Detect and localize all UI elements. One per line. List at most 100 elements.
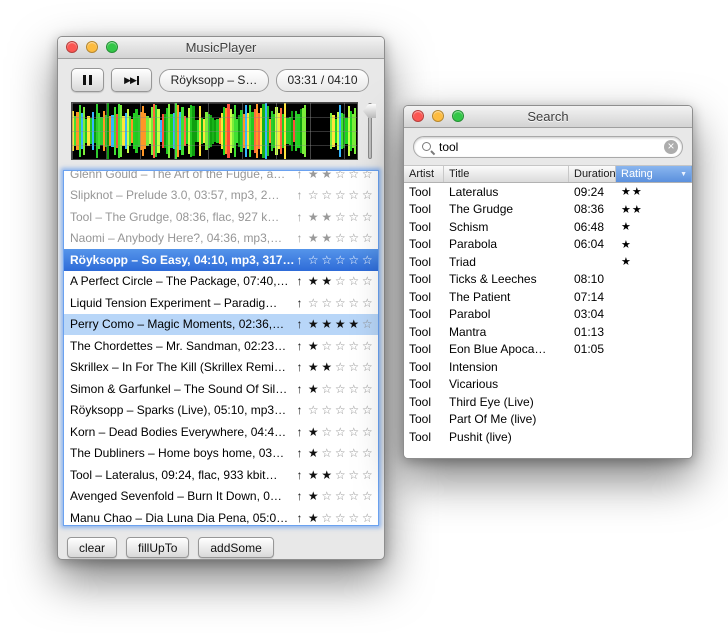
- promote-up-icon[interactable]: ↑: [297, 468, 303, 482]
- star-filled-icon[interactable]: ★: [307, 468, 321, 482]
- star-empty-icon[interactable]: ☆: [320, 382, 334, 396]
- playlist-row[interactable]: Manu Chao – Dia Luna Dia Pena, 05:0…↑★☆☆…: [64, 507, 378, 526]
- search-input[interactable]: tool ×: [413, 136, 683, 158]
- star-filled-icon[interactable]: ★: [307, 210, 321, 224]
- playlist-row[interactable]: Skrillex – In For The Kill (Skrillex Rem…: [64, 357, 378, 379]
- star-empty-icon[interactable]: ☆: [320, 296, 334, 310]
- promote-up-icon[interactable]: ↑: [297, 382, 303, 396]
- promote-up-icon[interactable]: ↑: [297, 188, 303, 202]
- pause-button[interactable]: [71, 68, 104, 92]
- star-filled-icon[interactable]: ★: [347, 317, 361, 331]
- star-empty-icon[interactable]: ☆: [361, 170, 375, 181]
- playlist-row[interactable]: Röyksopp – So Easy, 04:10, mp3, 317…↑☆☆☆…: [64, 249, 378, 271]
- star-empty-icon[interactable]: ☆: [347, 253, 361, 267]
- star-empty-icon[interactable]: ☆: [347, 489, 361, 503]
- star-empty-icon[interactable]: ☆: [320, 425, 334, 439]
- star-filled-icon[interactable]: ★: [307, 339, 321, 353]
- star-empty-icon[interactable]: ☆: [320, 403, 334, 417]
- star-filled-icon[interactable]: ★: [320, 231, 334, 245]
- star-filled-icon[interactable]: ★: [320, 274, 334, 288]
- star-empty-icon[interactable]: ☆: [307, 296, 321, 310]
- playlist-row[interactable]: A Perfect Circle – The Package, 07:40,…↑…: [64, 271, 378, 293]
- star-empty-icon[interactable]: ☆: [334, 210, 348, 224]
- star-empty-icon[interactable]: ☆: [361, 382, 375, 396]
- search-result-row[interactable]: ToolThe Patient07:14: [404, 288, 692, 306]
- promote-up-icon[interactable]: ↑: [297, 511, 303, 525]
- playlist[interactable]: Glenn Gould – The Art of the Fugue, a…↑★…: [63, 170, 379, 526]
- star-empty-icon[interactable]: ☆: [307, 403, 321, 417]
- star-empty-icon[interactable]: ☆: [334, 296, 348, 310]
- search-result-row[interactable]: ToolVicarious: [404, 376, 692, 394]
- next-track-button[interactable]: ▶▶: [111, 68, 152, 92]
- star-empty-icon[interactable]: ☆: [307, 188, 321, 202]
- promote-up-icon[interactable]: ↑: [297, 489, 303, 503]
- star-filled-icon[interactable]: ★: [307, 231, 321, 245]
- star-empty-icon[interactable]: ☆: [347, 403, 361, 417]
- search-result-row[interactable]: ToolThe Grudge08:36★★: [404, 201, 692, 219]
- star-empty-icon[interactable]: ☆: [347, 468, 361, 482]
- column-header-rating[interactable]: Rating▼: [616, 166, 692, 182]
- promote-up-icon[interactable]: ↑: [297, 360, 303, 374]
- star-filled-icon[interactable]: ★: [320, 317, 334, 331]
- star-empty-icon[interactable]: ☆: [347, 360, 361, 374]
- star-empty-icon[interactable]: ☆: [347, 231, 361, 245]
- star-empty-icon[interactable]: ☆: [347, 511, 361, 525]
- star-empty-icon[interactable]: ☆: [347, 274, 361, 288]
- promote-up-icon[interactable]: ↑: [297, 425, 303, 439]
- star-filled-icon[interactable]: ★: [307, 274, 321, 288]
- star-empty-icon[interactable]: ☆: [347, 210, 361, 224]
- star-empty-icon[interactable]: ☆: [361, 188, 375, 202]
- playlist-row[interactable]: Tool – Lateralus, 09:24, flac, 933 kbit……: [64, 464, 378, 486]
- promote-up-icon[interactable]: ↑: [297, 296, 303, 310]
- search-result-row[interactable]: ToolLateralus09:24★★: [404, 183, 692, 201]
- promote-up-icon[interactable]: ↑: [297, 210, 303, 224]
- star-empty-icon[interactable]: ☆: [361, 210, 375, 224]
- star-filled-icon[interactable]: ★: [307, 446, 321, 460]
- star-empty-icon[interactable]: ☆: [361, 360, 375, 374]
- promote-up-icon[interactable]: ↑: [297, 274, 303, 288]
- star-filled-icon[interactable]: ★: [307, 425, 321, 439]
- star-empty-icon[interactable]: ☆: [320, 489, 334, 503]
- star-empty-icon[interactable]: ☆: [334, 188, 348, 202]
- clear-search-button[interactable]: ×: [664, 140, 678, 154]
- search-result-row[interactable]: ToolMantra01:13: [404, 323, 692, 341]
- star-empty-icon[interactable]: ☆: [347, 188, 361, 202]
- search-result-row[interactable]: ToolPart Of Me (live): [404, 411, 692, 429]
- star-empty-icon[interactable]: ☆: [361, 403, 375, 417]
- playlist-row[interactable]: Simon & Garfunkel – The Sound Of Sil…↑★☆…: [64, 378, 378, 400]
- star-empty-icon[interactable]: ☆: [347, 339, 361, 353]
- star-filled-icon[interactable]: ★: [334, 317, 348, 331]
- column-header-title[interactable]: Title: [444, 166, 569, 182]
- star-empty-icon[interactable]: ☆: [334, 403, 348, 417]
- search-result-row[interactable]: ToolEon Blue Apoca…01:05: [404, 341, 692, 359]
- star-empty-icon[interactable]: ☆: [361, 231, 375, 245]
- star-filled-icon[interactable]: ★: [307, 511, 321, 525]
- search-titlebar[interactable]: Search: [404, 106, 692, 128]
- volume-slider[interactable]: [362, 102, 377, 160]
- star-empty-icon[interactable]: ☆: [361, 317, 375, 331]
- search-result-row[interactable]: ToolIntension: [404, 358, 692, 376]
- star-empty-icon[interactable]: ☆: [334, 339, 348, 353]
- star-filled-icon[interactable]: ★: [307, 360, 321, 374]
- star-empty-icon[interactable]: ☆: [361, 489, 375, 503]
- star-empty-icon[interactable]: ☆: [361, 339, 375, 353]
- star-filled-icon[interactable]: ★: [320, 170, 334, 181]
- star-empty-icon[interactable]: ☆: [334, 274, 348, 288]
- star-empty-icon[interactable]: ☆: [334, 511, 348, 525]
- search-result-row[interactable]: ToolTriad★: [404, 253, 692, 271]
- star-empty-icon[interactable]: ☆: [334, 446, 348, 460]
- star-empty-icon[interactable]: ☆: [347, 296, 361, 310]
- star-filled-icon[interactable]: ★: [307, 382, 321, 396]
- star-empty-icon[interactable]: ☆: [334, 231, 348, 245]
- search-result-row[interactable]: ToolPushit (live): [404, 428, 692, 446]
- star-empty-icon[interactable]: ☆: [334, 360, 348, 374]
- star-empty-icon[interactable]: ☆: [361, 274, 375, 288]
- zoom-button[interactable]: [452, 110, 464, 122]
- column-header-artist[interactable]: Artist: [404, 166, 444, 182]
- minimize-button[interactable]: [432, 110, 444, 122]
- close-button[interactable]: [412, 110, 424, 122]
- playlist-row[interactable]: Avenged Sevenfold – Burn It Down, 0…↑★☆☆…: [64, 486, 378, 508]
- clear-button[interactable]: clear: [67, 537, 117, 558]
- star-empty-icon[interactable]: ☆: [334, 489, 348, 503]
- star-empty-icon[interactable]: ☆: [320, 446, 334, 460]
